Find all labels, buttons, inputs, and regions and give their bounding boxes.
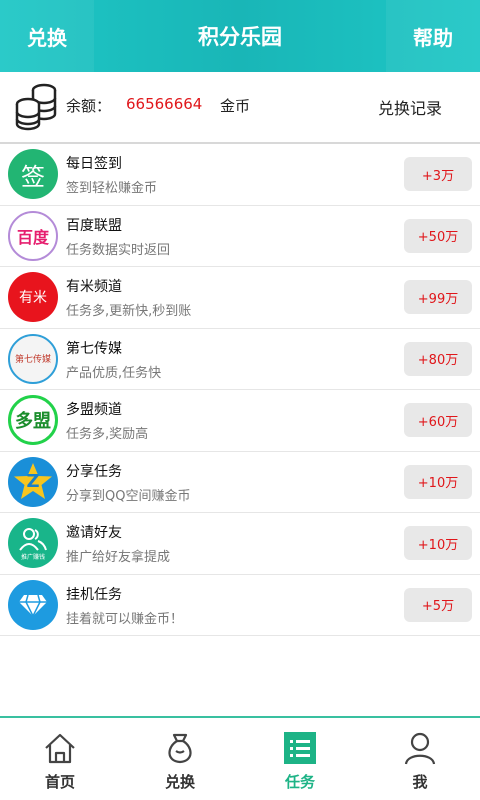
task-desc: 推广给好友拿提成 [66,550,171,565]
task-name: 百度联盟 [66,217,122,234]
balance-unit: 金币 [220,97,251,115]
diqi-icon: 第七传媒 [8,333,58,384]
task-row-daily-signin[interactable]: 签 每日签到 签到轻松赚金币 +3万 [0,144,480,206]
invite-friends-icon: 推广赚钱 [8,518,58,568]
task-desc: 任务多,奖励高 [66,427,149,442]
reward-button[interactable]: +5万 [404,587,472,622]
task-row-idle[interactable]: 挂机任务 挂着就可以赚金币！ +5万 [0,574,480,636]
coin-stack-icon [15,83,57,131]
baidu-icon: 百度 [8,210,58,261]
reward-button[interactable]: +60万 [404,403,472,437]
money-bag-icon [168,733,192,763]
qzone-star-icon: Z [8,456,58,507]
bottom-tab-bar: 首页 兑换 任务 我 [0,716,480,800]
page-title: 积分乐园 [198,25,282,49]
task-row-duomeng[interactable]: 多盟 多盟频道 任务多,奖励高 +60万 [0,390,480,452]
task-name: 有米频道 [66,279,122,295]
reward-button[interactable]: +10万 [404,464,472,499]
task-name: 挂机任务 [66,586,122,603]
tab-me[interactable]: 我 [360,718,480,800]
task-list-icon [284,731,316,764]
user-icon [404,732,436,764]
reward-button[interactable]: +10万 [404,526,472,560]
reward-button[interactable]: +99万 [404,280,472,314]
tab-exchange[interactable]: 兑换 [120,718,240,800]
task-row-share[interactable]: Z 分享任务 分享到QQ空间赚金币 +10万 [0,451,480,513]
diamond-icon [8,579,58,630]
sign-in-icon: 签 [8,149,58,199]
balance-label: 余额： [66,97,112,115]
task-desc: 挂着就可以赚金币！ [66,611,184,627]
task-desc: 产品优质,任务快 [66,365,162,381]
task-row-invite[interactable]: 推广赚钱 邀请好友 推广给好友拿提成 +10万 [0,513,480,575]
task-desc: 任务多,更新快,秒到账 [66,304,192,319]
task-name: 分享任务 [66,463,122,480]
tab-home[interactable]: 首页 [0,718,120,800]
task-desc: 签到轻松赚金币 [66,181,158,196]
reward-button[interactable]: +80万 [404,341,472,376]
task-desc: 分享到QQ空间赚金币 [66,488,191,504]
header-bar: 兑换 积分乐园 帮助 [0,0,480,72]
tab-home-label: 首页 [44,772,75,791]
reward-button[interactable]: +50万 [404,218,472,253]
tab-exchange-label: 兑换 [164,772,195,791]
task-list: 签 每日签到 签到轻松赚金币 +3万 百度 百度联盟 任务数据实时返回 +50万… [0,144,480,636]
home-icon [45,733,75,763]
duomeng-icon: 多盟 [8,395,58,445]
task-row-diqi[interactable]: 第七传媒 第七传媒 产品优质,任务快 +80万 [0,328,480,390]
tab-me-label: 我 [412,772,428,791]
tab-tasks-label: 任务 [284,772,315,791]
help-button[interactable]: 帮助 [386,0,480,72]
exchange-button[interactable]: 兑换 [0,0,94,72]
balance-panel: 余额： 66566664 金币 兑换记录 [0,72,480,144]
tab-tasks[interactable]: 任务 [240,718,360,800]
task-row-baidu[interactable]: 百度 百度联盟 任务数据实时返回 +50万 [0,205,480,267]
task-name: 多盟频道 [66,402,122,418]
task-name: 每日签到 [66,156,122,172]
task-name: 邀请好友 [66,525,122,541]
balance-value: 66566664 [126,95,203,113]
reward-button[interactable]: +3万 [404,157,472,191]
youmi-icon: 有米 [8,272,58,322]
task-desc: 任务数据实时返回 [66,242,171,258]
task-row-youmi[interactable]: 有米 有米频道 任务多,更新快,秒到账 +99万 [0,267,480,329]
task-name: 第七传媒 [66,340,122,357]
exchange-history-link[interactable]: 兑换记录 [378,95,442,119]
